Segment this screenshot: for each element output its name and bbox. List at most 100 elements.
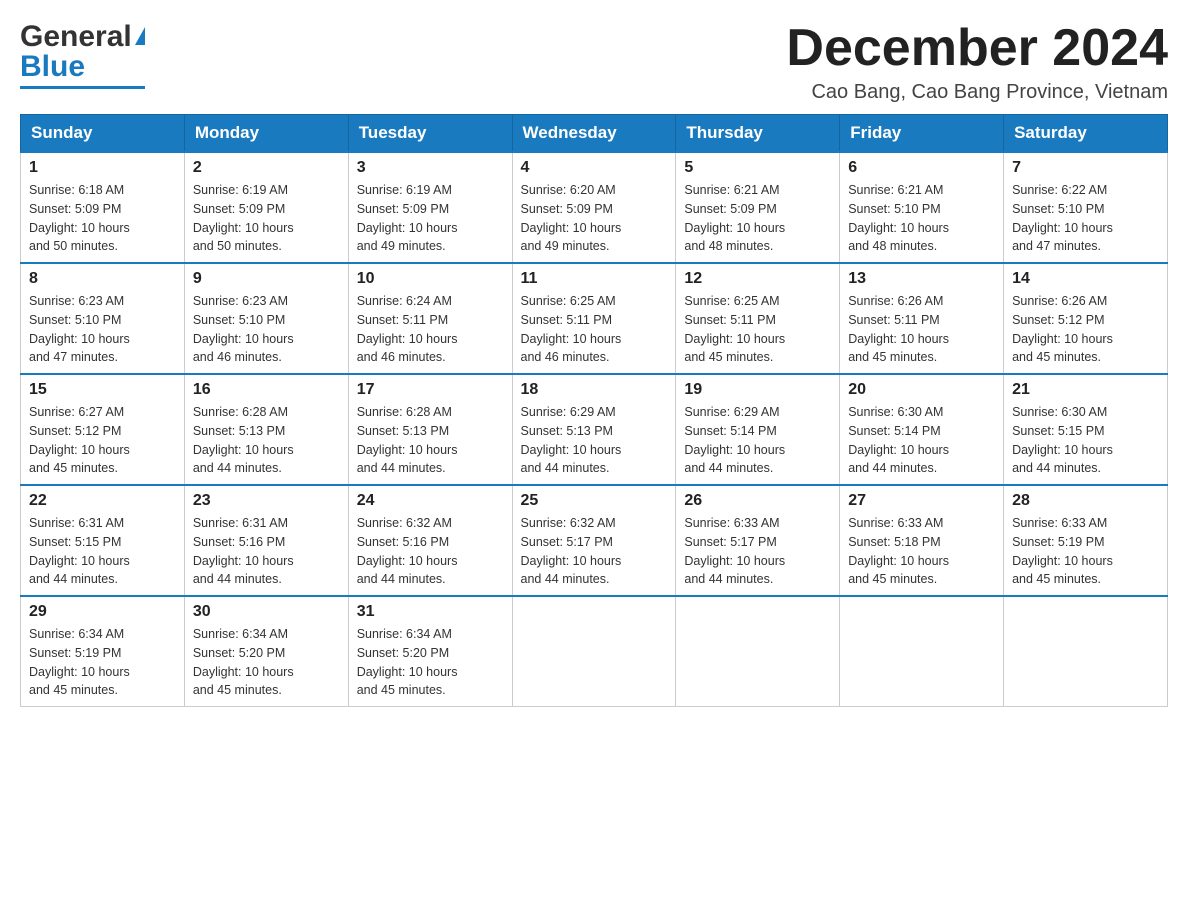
day-info: Sunrise: 6:25 AMSunset: 5:11 PMDaylight:…	[521, 294, 622, 364]
calendar-cell: 1 Sunrise: 6:18 AMSunset: 5:09 PMDayligh…	[21, 152, 185, 263]
day-number: 2	[193, 159, 340, 177]
day-info: Sunrise: 6:20 AMSunset: 5:09 PMDaylight:…	[521, 183, 622, 253]
calendar-table: Sunday Monday Tuesday Wednesday Thursday…	[20, 114, 1168, 707]
day-number: 27	[848, 492, 995, 510]
calendar-cell: 17 Sunrise: 6:28 AMSunset: 5:13 PMDaylig…	[348, 374, 512, 485]
day-number: 5	[684, 159, 831, 177]
day-number: 20	[848, 381, 995, 399]
calendar-cell: 19 Sunrise: 6:29 AMSunset: 5:14 PMDaylig…	[676, 374, 840, 485]
day-number: 8	[29, 270, 176, 288]
day-info: Sunrise: 6:30 AMSunset: 5:15 PMDaylight:…	[1012, 405, 1113, 475]
day-info: Sunrise: 6:26 AMSunset: 5:11 PMDaylight:…	[848, 294, 949, 364]
calendar-cell: 12 Sunrise: 6:25 AMSunset: 5:11 PMDaylig…	[676, 263, 840, 374]
title-block: December 2024 Cao Bang, Cao Bang Provinc…	[786, 20, 1168, 104]
day-number: 24	[357, 492, 504, 510]
header-tuesday: Tuesday	[348, 115, 512, 153]
header-wednesday: Wednesday	[512, 115, 676, 153]
day-info: Sunrise: 6:28 AMSunset: 5:13 PMDaylight:…	[357, 405, 458, 475]
calendar-cell: 20 Sunrise: 6:30 AMSunset: 5:14 PMDaylig…	[840, 374, 1004, 485]
calendar-cell: 14 Sunrise: 6:26 AMSunset: 5:12 PMDaylig…	[1004, 263, 1168, 374]
calendar-cell: 3 Sunrise: 6:19 AMSunset: 5:09 PMDayligh…	[348, 152, 512, 263]
calendar-cell: 6 Sunrise: 6:21 AMSunset: 5:10 PMDayligh…	[840, 152, 1004, 263]
day-info: Sunrise: 6:31 AMSunset: 5:16 PMDaylight:…	[193, 516, 294, 586]
day-number: 14	[1012, 270, 1159, 288]
header-friday: Friday	[840, 115, 1004, 153]
calendar-header-row: Sunday Monday Tuesday Wednesday Thursday…	[21, 115, 1168, 153]
calendar-cell: 11 Sunrise: 6:25 AMSunset: 5:11 PMDaylig…	[512, 263, 676, 374]
calendar-cell: 23 Sunrise: 6:31 AMSunset: 5:16 PMDaylig…	[184, 485, 348, 596]
header-saturday: Saturday	[1004, 115, 1168, 153]
calendar-cell: 24 Sunrise: 6:32 AMSunset: 5:16 PMDaylig…	[348, 485, 512, 596]
calendar-cell: 27 Sunrise: 6:33 AMSunset: 5:18 PMDaylig…	[840, 485, 1004, 596]
calendar-cell: 28 Sunrise: 6:33 AMSunset: 5:19 PMDaylig…	[1004, 485, 1168, 596]
day-info: Sunrise: 6:23 AMSunset: 5:10 PMDaylight:…	[29, 294, 130, 364]
calendar-cell	[1004, 596, 1168, 707]
calendar-cell: 5 Sunrise: 6:21 AMSunset: 5:09 PMDayligh…	[676, 152, 840, 263]
logo: General Blue	[20, 20, 145, 89]
day-info: Sunrise: 6:30 AMSunset: 5:14 PMDaylight:…	[848, 405, 949, 475]
week-row-4: 22 Sunrise: 6:31 AMSunset: 5:15 PMDaylig…	[21, 485, 1168, 596]
day-number: 12	[684, 270, 831, 288]
day-info: Sunrise: 6:32 AMSunset: 5:17 PMDaylight:…	[521, 516, 622, 586]
day-info: Sunrise: 6:33 AMSunset: 5:18 PMDaylight:…	[848, 516, 949, 586]
day-info: Sunrise: 6:29 AMSunset: 5:14 PMDaylight:…	[684, 405, 785, 475]
day-number: 16	[193, 381, 340, 399]
day-info: Sunrise: 6:21 AMSunset: 5:10 PMDaylight:…	[848, 183, 949, 253]
day-info: Sunrise: 6:33 AMSunset: 5:19 PMDaylight:…	[1012, 516, 1113, 586]
day-info: Sunrise: 6:19 AMSunset: 5:09 PMDaylight:…	[193, 183, 294, 253]
header-thursday: Thursday	[676, 115, 840, 153]
day-number: 13	[848, 270, 995, 288]
day-number: 22	[29, 492, 176, 510]
day-number: 9	[193, 270, 340, 288]
day-number: 1	[29, 159, 176, 177]
calendar-cell: 30 Sunrise: 6:34 AMSunset: 5:20 PMDaylig…	[184, 596, 348, 707]
day-number: 17	[357, 381, 504, 399]
calendar-cell: 2 Sunrise: 6:19 AMSunset: 5:09 PMDayligh…	[184, 152, 348, 263]
day-info: Sunrise: 6:19 AMSunset: 5:09 PMDaylight:…	[357, 183, 458, 253]
day-info: Sunrise: 6:34 AMSunset: 5:19 PMDaylight:…	[29, 627, 130, 697]
day-number: 3	[357, 159, 504, 177]
day-info: Sunrise: 6:22 AMSunset: 5:10 PMDaylight:…	[1012, 183, 1113, 253]
calendar-cell: 22 Sunrise: 6:31 AMSunset: 5:15 PMDaylig…	[21, 485, 185, 596]
day-info: Sunrise: 6:25 AMSunset: 5:11 PMDaylight:…	[684, 294, 785, 364]
day-info: Sunrise: 6:28 AMSunset: 5:13 PMDaylight:…	[193, 405, 294, 475]
calendar-cell: 16 Sunrise: 6:28 AMSunset: 5:13 PMDaylig…	[184, 374, 348, 485]
day-number: 28	[1012, 492, 1159, 510]
calendar-cell: 25 Sunrise: 6:32 AMSunset: 5:17 PMDaylig…	[512, 485, 676, 596]
calendar-cell: 26 Sunrise: 6:33 AMSunset: 5:17 PMDaylig…	[676, 485, 840, 596]
day-info: Sunrise: 6:23 AMSunset: 5:10 PMDaylight:…	[193, 294, 294, 364]
calendar-cell: 29 Sunrise: 6:34 AMSunset: 5:19 PMDaylig…	[21, 596, 185, 707]
calendar-cell: 4 Sunrise: 6:20 AMSunset: 5:09 PMDayligh…	[512, 152, 676, 263]
week-row-1: 1 Sunrise: 6:18 AMSunset: 5:09 PMDayligh…	[21, 152, 1168, 263]
calendar-title: December 2024	[786, 20, 1168, 77]
calendar-cell: 21 Sunrise: 6:30 AMSunset: 5:15 PMDaylig…	[1004, 374, 1168, 485]
day-number: 26	[684, 492, 831, 510]
day-number: 4	[521, 159, 668, 177]
day-number: 19	[684, 381, 831, 399]
day-number: 11	[521, 270, 668, 288]
calendar-subtitle: Cao Bang, Cao Bang Province, Vietnam	[786, 81, 1168, 104]
week-row-3: 15 Sunrise: 6:27 AMSunset: 5:12 PMDaylig…	[21, 374, 1168, 485]
day-number: 21	[1012, 381, 1159, 399]
day-info: Sunrise: 6:27 AMSunset: 5:12 PMDaylight:…	[29, 405, 130, 475]
day-info: Sunrise: 6:34 AMSunset: 5:20 PMDaylight:…	[357, 627, 458, 697]
day-info: Sunrise: 6:32 AMSunset: 5:16 PMDaylight:…	[357, 516, 458, 586]
day-number: 31	[357, 603, 504, 621]
page-header: General Blue December 2024 Cao Bang, Cao…	[20, 20, 1168, 104]
week-row-2: 8 Sunrise: 6:23 AMSunset: 5:10 PMDayligh…	[21, 263, 1168, 374]
calendar-cell	[512, 596, 676, 707]
logo-triangle-icon	[135, 27, 145, 45]
day-info: Sunrise: 6:24 AMSunset: 5:11 PMDaylight:…	[357, 294, 458, 364]
day-number: 15	[29, 381, 176, 399]
day-info: Sunrise: 6:29 AMSunset: 5:13 PMDaylight:…	[521, 405, 622, 475]
calendar-cell: 10 Sunrise: 6:24 AMSunset: 5:11 PMDaylig…	[348, 263, 512, 374]
calendar-cell	[676, 596, 840, 707]
day-info: Sunrise: 6:34 AMSunset: 5:20 PMDaylight:…	[193, 627, 294, 697]
day-number: 25	[521, 492, 668, 510]
day-info: Sunrise: 6:21 AMSunset: 5:09 PMDaylight:…	[684, 183, 785, 253]
day-number: 30	[193, 603, 340, 621]
day-number: 18	[521, 381, 668, 399]
logo-general-text: General	[20, 20, 132, 54]
calendar-cell: 18 Sunrise: 6:29 AMSunset: 5:13 PMDaylig…	[512, 374, 676, 485]
logo-blue-text: Blue	[20, 50, 85, 84]
